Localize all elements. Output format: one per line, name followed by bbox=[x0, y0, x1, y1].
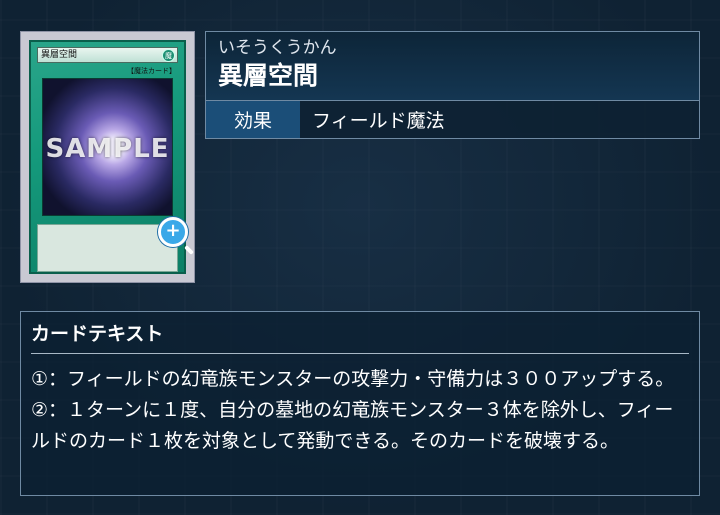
effect-row: 効果 フィールド魔法 bbox=[206, 101, 699, 138]
card-text-box bbox=[37, 224, 178, 272]
card-text-panel: カードテキスト ①：フィールドの幻竜族モンスターの攻撃力・守備力は３００アップす… bbox=[20, 311, 700, 496]
card-info-panel: いそうくうかん 異層空間 効果 フィールド魔法 bbox=[205, 31, 700, 139]
card-name-block: いそうくうかん 異層空間 bbox=[206, 32, 699, 101]
spell-attribute-icon: 魔 bbox=[162, 49, 175, 62]
zoom-in-icon[interactable] bbox=[158, 217, 188, 247]
card-thumb-name-text: 異層空間 bbox=[41, 50, 78, 60]
card-thumb-name: 異層空間 魔 bbox=[37, 47, 178, 63]
card-image[interactable]: 異層空間 魔 【魔法カード】 SAMPLE bbox=[20, 31, 195, 283]
card-text-body: ①：フィールドの幻竜族モンスターの攻撃力・守備力は３００アップする。②：１ターン… bbox=[31, 368, 675, 452]
card-text-heading: カードテキスト bbox=[31, 321, 689, 354]
effect-label: 効果 bbox=[206, 101, 300, 138]
card-ruby: いそうくうかん bbox=[218, 38, 337, 58]
sample-watermark: SAMPLE bbox=[45, 134, 170, 164]
card-type-line: 【魔法カード】 bbox=[127, 67, 176, 75]
card-name: 異層空間 bbox=[218, 61, 319, 90]
effect-value: フィールド魔法 bbox=[300, 101, 699, 138]
card-artwork: SAMPLE bbox=[42, 78, 173, 216]
